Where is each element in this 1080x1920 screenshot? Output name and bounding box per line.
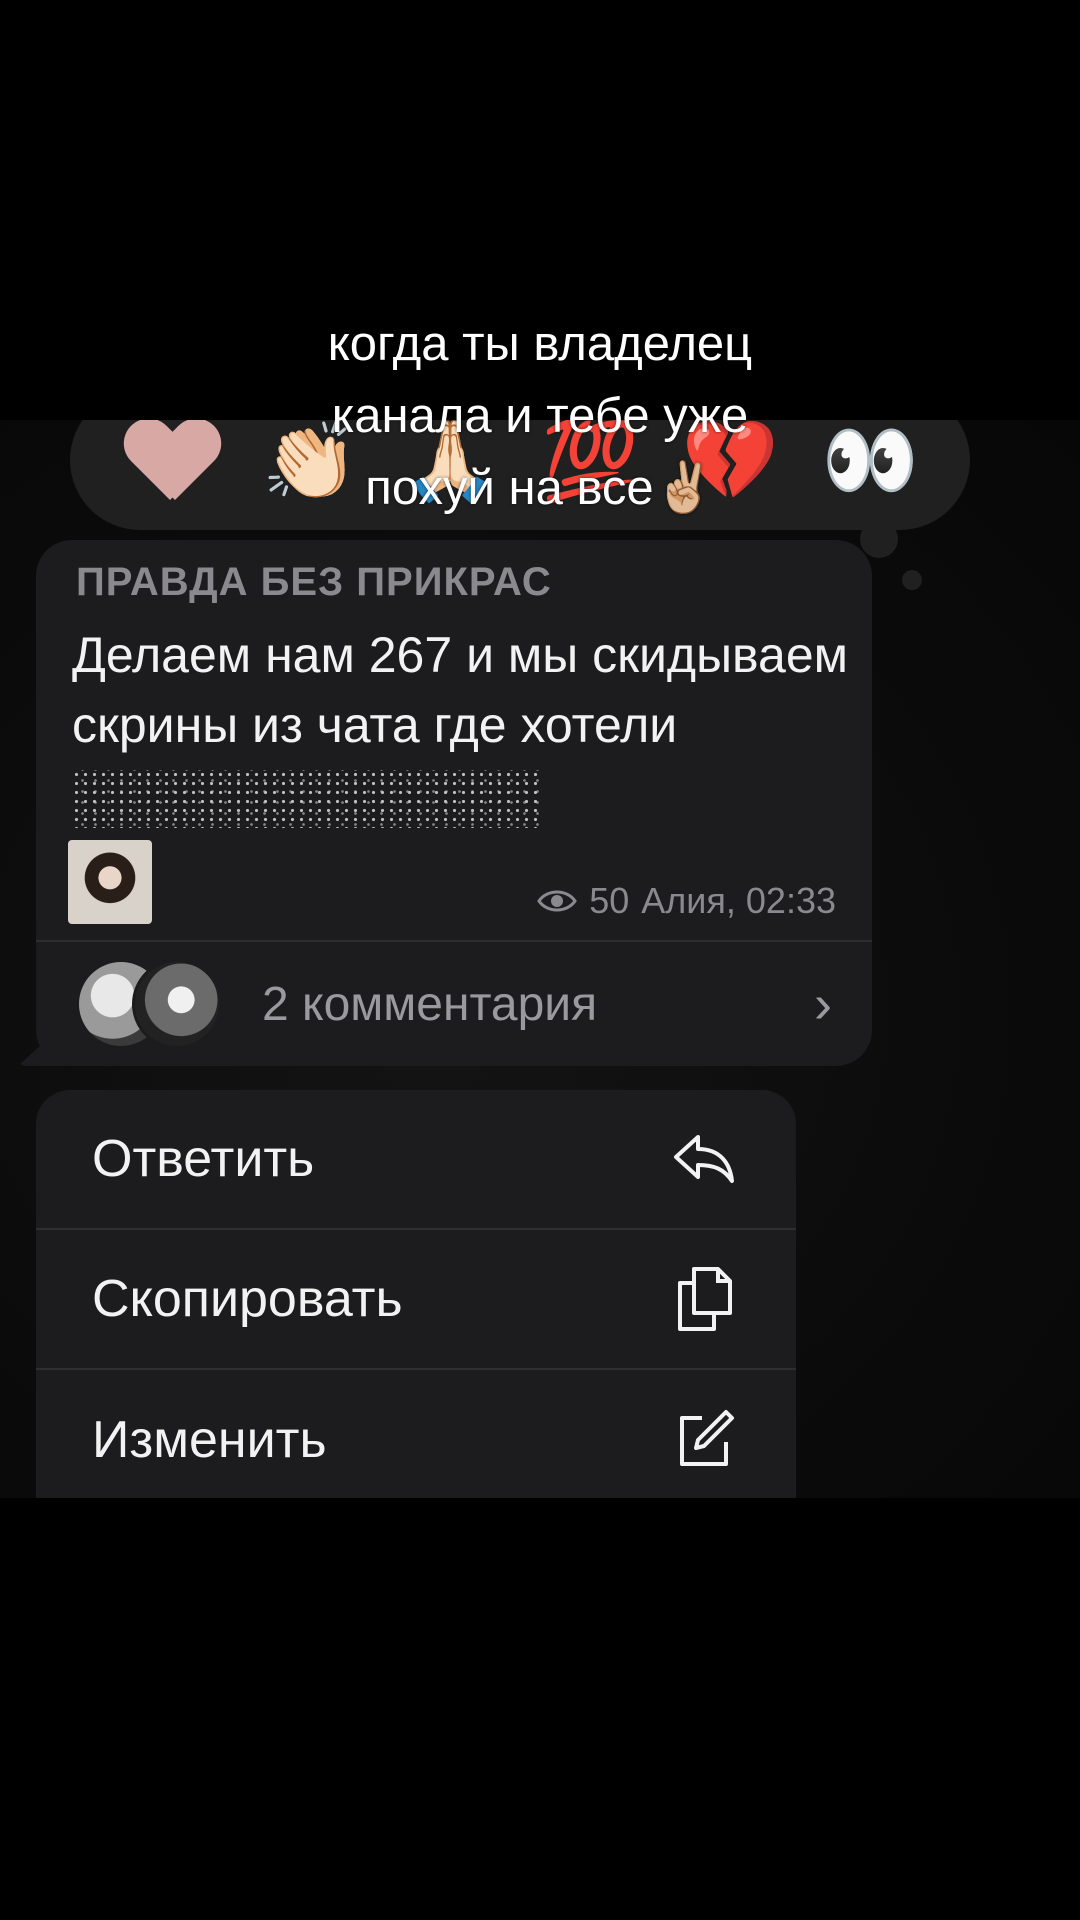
comments-row[interactable]: 2 комментария › — [36, 942, 872, 1066]
chevron-right-icon: › — [814, 974, 832, 1034]
commenter-avatar — [132, 959, 222, 1049]
author-time: Алия, 02:33 — [641, 880, 836, 921]
edit-icon — [672, 1408, 736, 1472]
reaction-bar-tail-dot — [902, 570, 922, 590]
comments-count: 2 комментария — [262, 977, 598, 1031]
copy-menu-item[interactable]: Скопировать — [36, 1230, 796, 1370]
caption-overlay: когда ты владелец канала и тебе уже поху… — [200, 308, 880, 524]
channel-name[interactable]: ПРАВДА БЕЗ ПРИКРАС — [76, 560, 552, 605]
view-count: 50 — [589, 880, 630, 921]
spoiler-text[interactable] — [72, 769, 542, 828]
message-bubble[interactable]: ПРАВДА БЕЗ ПРИКРАС Делаем нам 267 и мы с… — [36, 540, 872, 1066]
reaction-bar-tail — [860, 520, 898, 558]
edit-menu-item[interactable]: Изменить — [36, 1370, 796, 1498]
context-menu: Ответить Скопировать Изменить — [36, 1090, 796, 1498]
avatar[interactable] — [68, 840, 152, 924]
message-meta: 50 Алия, 02:33 — [537, 880, 836, 922]
reply-label: Ответить — [92, 1130, 315, 1188]
caption-line: когда ты владелец — [327, 317, 753, 371]
chat-screenshot: 👏🏻 🙏🏻 💯 💔 👀 ПРАВДА БЕЗ ПРИКРАС Делаем на… — [0, 420, 1080, 1498]
story-frame: 👏🏻 🙏🏻 💯 💔 👀 ПРАВДА БЕЗ ПРИКРАС Делаем на… — [0, 0, 1080, 1920]
message-body: Делаем нам 267 и мы скидываем скрины из … — [72, 627, 849, 753]
reply-menu-item[interactable]: Ответить — [36, 1090, 796, 1230]
caption-line: канала и тебе уже — [331, 389, 749, 443]
message-text: Делаем нам 267 и мы скидываем скрины из … — [72, 620, 852, 830]
eye-icon — [537, 887, 578, 915]
copy-label: Скопировать — [92, 1270, 403, 1328]
edit-label: Изменить — [92, 1411, 327, 1469]
copy-icon — [672, 1265, 736, 1333]
reply-icon — [672, 1131, 736, 1187]
caption-line: похуй на все✌🏼 — [365, 461, 715, 515]
